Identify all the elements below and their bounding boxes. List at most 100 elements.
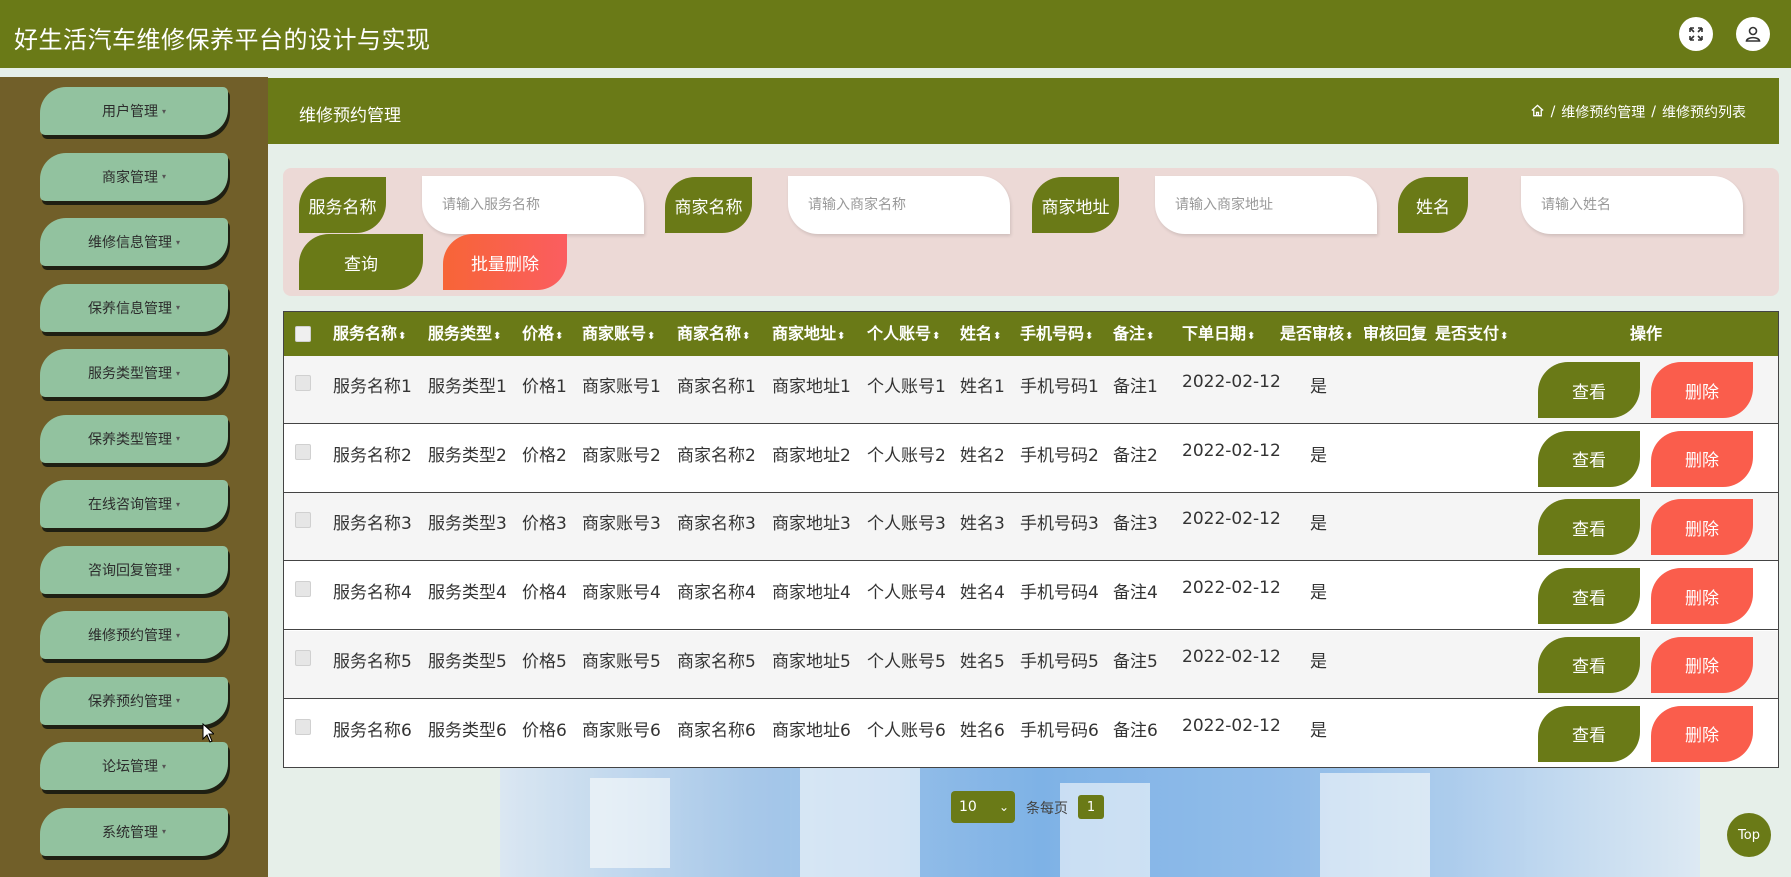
merchant-name-input[interactable]	[788, 176, 1010, 234]
delete-button[interactable]: 删除	[1651, 362, 1753, 418]
service-name-input[interactable]	[422, 176, 644, 234]
delete-button[interactable]: 删除	[1651, 568, 1753, 625]
sort-icon[interactable]: ⬍	[742, 331, 750, 342]
view-button[interactable]: 查看	[1538, 430, 1640, 487]
batch-delete-button[interactable]: 批量删除	[443, 234, 567, 290]
sort-icon[interactable]: ⬍	[555, 331, 563, 342]
sort-icon[interactable]: ⬍	[647, 331, 655, 342]
sort-icon[interactable]: ⬍	[1500, 331, 1508, 342]
view-button[interactable]: 查看	[1538, 362, 1640, 418]
sidebar-item-label: 维修信息管理	[87, 235, 172, 251]
top-bar: 好生活汽车维修保养平台的设计与实现	[0, 0, 1791, 68]
sort-icon[interactable]: ⬍	[837, 331, 845, 342]
cell-service-name: 服务名称3	[333, 514, 412, 535]
breadcrumb: / 维修预约管理 / 维修预约列表	[1530, 102, 1746, 122]
cell-merchant-name: 商家名称1	[677, 377, 756, 397]
select-all-checkbox[interactable]	[295, 326, 311, 342]
delete-button[interactable]: 删除	[1651, 430, 1753, 487]
sidebar-item[interactable]: 保养类型管理 ▾	[40, 414, 228, 463]
sort-icon[interactable]: ⬍	[1345, 331, 1353, 342]
cell-order-date: 2022-02-12	[1182, 715, 1281, 736]
col-service-name[interactable]: 服务名称⬍	[333, 312, 406, 356]
col-merchant-account[interactable]: 商家账号⬍	[582, 312, 655, 356]
cell-merchant-account: 商家账号6	[582, 720, 661, 741]
page-number-button[interactable]: 1	[1078, 795, 1104, 819]
sort-icon[interactable]: ⬍	[1247, 331, 1255, 342]
mouse-cursor-icon	[202, 722, 216, 743]
table-row: 服务名称6 服务类型6 价格6 商家账号6 商家名称6 商家地址6 个人账号6 姓名6 手机号码…	[284, 699, 1778, 768]
col-merchant-name[interactable]: 商家名称⬍	[677, 312, 750, 356]
home-icon[interactable]	[1530, 103, 1545, 122]
delete-button[interactable]: 删除	[1651, 705, 1753, 762]
sidebar-item[interactable]: 咨询回复管理 ▾	[40, 545, 228, 594]
row-checkbox[interactable]	[295, 443, 311, 460]
col-price[interactable]: 价格⬍	[522, 312, 563, 356]
row-checkbox[interactable]	[295, 581, 311, 598]
sidebar-item[interactable]: 保养预约管理 ▾	[40, 676, 228, 725]
sort-icon[interactable]: ⬍	[398, 331, 406, 342]
view-button[interactable]: 查看	[1538, 568, 1640, 625]
sidebar-item[interactable]: 用户管理 ▾	[40, 87, 228, 135]
col-label: 服务类型	[428, 324, 493, 343]
col-reviewed[interactable]: 是否审核⬍	[1280, 312, 1353, 356]
cell-order-date: 2022-02-12	[1182, 578, 1281, 599]
merchant-address-input[interactable]	[1155, 176, 1377, 234]
cell-merchant-name: 商家名称6	[677, 720, 756, 741]
sidebar-item[interactable]: 论坛管理 ▾	[40, 742, 228, 790]
sidebar-item[interactable]: 系统管理 ▾	[40, 807, 228, 856]
col-paid[interactable]: 是否支付⬍	[1435, 312, 1508, 356]
sidebar-item[interactable]: 维修信息管理 ▾	[40, 218, 228, 266]
sort-icon[interactable]: ⬍	[932, 331, 940, 342]
col-personal-account[interactable]: 个人账号⬍	[867, 312, 940, 356]
cell-personal-account: 个人账号1	[867, 377, 946, 397]
cell-price: 价格3	[522, 514, 567, 535]
back-to-top-button[interactable]: Top	[1727, 813, 1771, 857]
cell-paid: 是	[1310, 651, 1327, 672]
view-button[interactable]: 查看	[1538, 636, 1640, 693]
query-button[interactable]: 查询	[299, 234, 423, 290]
cell-phone: 手机号码2	[1020, 445, 1099, 466]
caret-down-icon: ▾	[175, 434, 180, 443]
row-checkbox[interactable]	[295, 375, 311, 391]
col-merchant-address[interactable]: 商家地址⬍	[772, 312, 845, 356]
row-checkbox[interactable]	[295, 718, 311, 735]
col-label: 价格	[522, 324, 555, 343]
cell-service-type: 服务类型4	[428, 583, 507, 604]
sort-icon[interactable]: ⬍	[993, 331, 1001, 342]
sidebar-item-label: 服务类型管理	[87, 366, 172, 382]
col-name[interactable]: 姓名⬍	[960, 312, 1001, 356]
sidebar-item[interactable]: 保养信息管理 ▾	[40, 283, 228, 332]
cell-name: 姓名4	[960, 583, 1005, 604]
row-checkbox[interactable]	[295, 512, 311, 529]
breadcrumb-level1[interactable]: 维修预约管理	[1561, 102, 1645, 122]
sort-icon[interactable]: ⬍	[493, 331, 501, 342]
delete-button[interactable]: 删除	[1651, 499, 1753, 556]
expand-icon[interactable]	[1679, 17, 1713, 51]
col-order-date[interactable]: 下单日期⬍	[1182, 312, 1255, 356]
cell-remark: 备注2	[1113, 445, 1158, 466]
cell-order-date: 2022-02-12	[1182, 440, 1281, 461]
sort-icon[interactable]: ⬍	[1085, 331, 1093, 342]
sidebar-item[interactable]: 在线咨询管理 ▾	[40, 480, 228, 528]
sidebar-item[interactable]: 维修预约管理 ▾	[40, 611, 228, 659]
sidebar-item-label: 保养预约管理	[87, 693, 172, 710]
cell-merchant-account: 商家账号4	[582, 583, 661, 604]
view-button[interactable]: 查看	[1538, 499, 1640, 556]
page-size-select[interactable]: 10 ⌄	[951, 791, 1015, 823]
cell-name: 姓名3	[960, 514, 1005, 535]
col-phone[interactable]: 手机号码⬍	[1020, 312, 1093, 356]
cell-paid: 是	[1310, 720, 1327, 741]
sort-icon[interactable]: ⬍	[1146, 331, 1154, 342]
col-service-type[interactable]: 服务类型⬍	[428, 312, 501, 356]
row-checkbox[interactable]	[295, 649, 311, 666]
sidebar-item[interactable]: 服务类型管理 ▾	[40, 349, 228, 397]
delete-button[interactable]: 删除	[1651, 636, 1753, 693]
view-button[interactable]: 查看	[1538, 705, 1640, 762]
cell-phone: 手机号码1	[1020, 377, 1099, 397]
data-table: 服务名称⬍ 服务类型⬍ 价格⬍ 商家账号⬍ 商家名称⬍ 商家地址⬍ 个人账号⬍ …	[283, 311, 1779, 768]
name-input[interactable]	[1521, 176, 1743, 234]
cell-personal-account: 个人账号6	[867, 720, 946, 741]
sidebar-item[interactable]: 商家管理 ▾	[40, 152, 228, 201]
user-icon[interactable]	[1736, 17, 1770, 51]
col-remark[interactable]: 备注⬍	[1113, 312, 1154, 356]
